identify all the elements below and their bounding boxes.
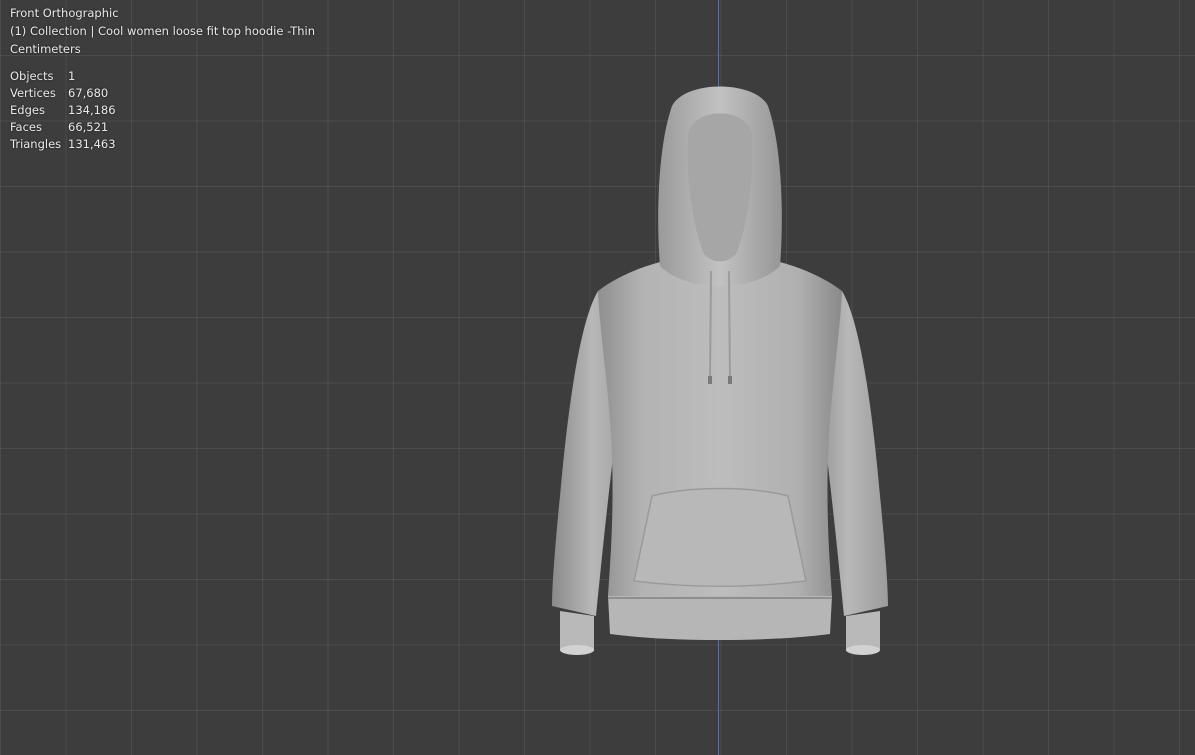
stat-label: Vertices: [10, 86, 56, 100]
stat-value: 66,521: [68, 120, 109, 134]
hoodie-mesh-object[interactable]: [540, 76, 900, 666]
3d-viewport[interactable]: Front Orthographic (1) Collection | Cool…: [0, 0, 1195, 755]
view-name: Front Orthographic: [10, 6, 119, 20]
scene-statistics: Objects 1 Vertices 67,680 Edges 134,186 …: [10, 68, 315, 153]
units-label: Centimeters: [10, 42, 81, 56]
right-drawstring: [728, 270, 731, 382]
right-cuff-opening: [846, 645, 880, 655]
stat-value: 1: [68, 69, 76, 83]
waistband: [608, 596, 832, 640]
left-cuff-opening: [560, 645, 594, 655]
left-aglet: [708, 376, 712, 384]
left-drawstring: [709, 270, 712, 382]
stat-value: 67,680: [68, 86, 109, 100]
stat-label: Triangles: [10, 137, 62, 151]
stat-label: Edges: [10, 103, 45, 117]
stat-label: Objects: [10, 69, 54, 83]
stat-value: 131,463: [68, 137, 116, 151]
kangaroo-pocket: [633, 487, 807, 587]
stat-value: 134,186: [68, 103, 116, 117]
right-aglet: [728, 376, 732, 384]
stat-label: Faces: [10, 120, 42, 134]
viewport-info-overlay: Front Orthographic (1) Collection | Cool…: [10, 4, 315, 153]
collection-line: (1) Collection | Cool women loose fit to…: [10, 24, 316, 38]
